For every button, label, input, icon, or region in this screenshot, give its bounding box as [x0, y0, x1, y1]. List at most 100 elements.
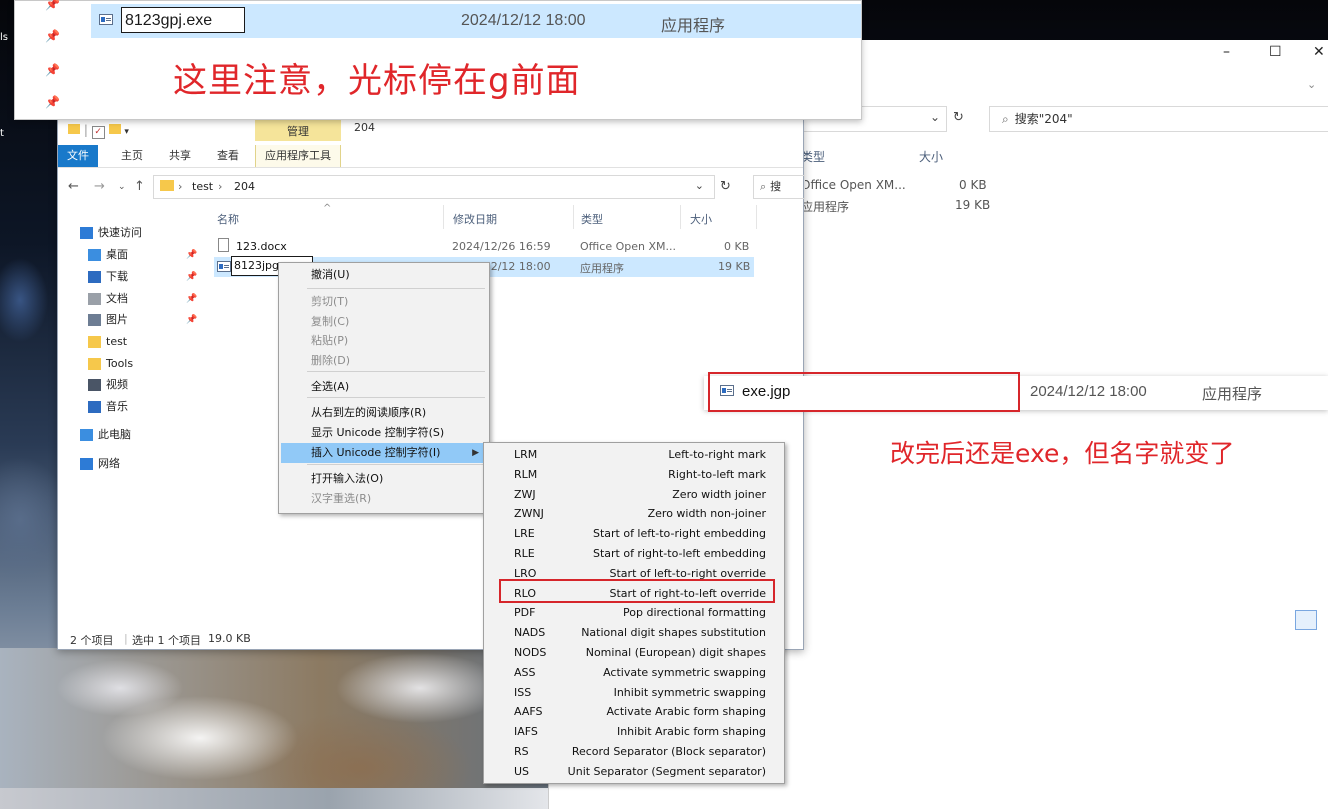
- control-description: National digit shapes substitution: [581, 626, 766, 640]
- submenu-item-iss[interactable]: ISS Inhibit symmetric swapping: [484, 683, 784, 703]
- search-input[interactable]: ⌕ 搜: [753, 175, 805, 199]
- properties-icon[interactable]: ✓: [91, 126, 105, 139]
- sidebar-item[interactable]: 文档 📌: [58, 289, 208, 309]
- menu-item[interactable]: 删除(D): [281, 351, 487, 371]
- sidebar-item[interactable]: 网络: [58, 454, 208, 474]
- exe-icon: [720, 385, 734, 396]
- context-menu: 撤消(U) 剪切(T) 复制(C) 粘贴(P) 删除(D) 全选(A) 从右到左的阅读顺序(…: [278, 262, 490, 514]
- minimize-button[interactable]: –: [1223, 44, 1230, 60]
- maximize-button[interactable]: ☐: [1269, 44, 1282, 60]
- selected-count: 选中 1 个项目: [132, 634, 201, 647]
- column-modified[interactable]: 修改日期: [453, 211, 497, 227]
- submenu-item-nads[interactable]: NADS National digit shapes substitution: [484, 623, 784, 643]
- submenu-item-rlo[interactable]: RLO Start of right-to-left override: [484, 584, 784, 604]
- column-size[interactable]: 大小: [690, 211, 712, 227]
- sidebar-item-label: Tools: [106, 357, 134, 370]
- recent-locations-icon[interactable]: ⌄: [118, 182, 126, 192]
- table-row[interactable]: 123.docx 2024/12/26 16:59 Office Open XM…: [214, 237, 754, 257]
- refresh-icon[interactable]: ↻: [720, 179, 731, 194]
- menu-item[interactable]: 全选(A): [281, 377, 487, 397]
- submenu-item-nods[interactable]: NODS Nominal (European) digit shapes: [484, 643, 784, 663]
- sidebar-item-label: 音乐: [106, 400, 128, 413]
- menu-item[interactable]: 撤消(U): [281, 265, 487, 285]
- menu-item[interactable]: 打开输入法(O): [281, 469, 487, 489]
- rename-input[interactable]: 8123gpj.exe: [121, 7, 245, 33]
- menu-item[interactable]: 剪切(T): [281, 292, 487, 312]
- tab-share[interactable]: 共享: [160, 145, 200, 167]
- column-type[interactable]: 类型: [581, 211, 603, 227]
- submenu-item-zwnj[interactable]: ZWNJ Zero width non-joiner: [484, 504, 784, 524]
- menu-item[interactable]: 粘贴(P): [281, 331, 487, 351]
- file-name: 123.docx: [236, 240, 287, 253]
- chevron-down-icon[interactable]: ⌄: [695, 179, 704, 192]
- submenu-item-iafs[interactable]: IAFS Inhibit Arabic form shaping: [484, 722, 784, 742]
- close-button[interactable]: ✕: [1313, 44, 1325, 60]
- breadcrumb-204[interactable]: 204: [234, 180, 255, 193]
- submenu-item-rle[interactable]: RLE Start of right-to-left embedding: [484, 544, 784, 564]
- forward-icon[interactable]: →: [94, 179, 105, 194]
- list-item[interactable]: Office Open XM... 0 KB: [799, 176, 1328, 196]
- refresh-icon[interactable]: ↻: [953, 110, 964, 125]
- address-bar[interactable]: › test › 204 ⌄: [153, 175, 715, 199]
- submenu-item-lrm[interactable]: LRM Left-to-right mark: [484, 445, 784, 465]
- sidebar-item[interactable]: 图片 📌: [58, 310, 208, 330]
- menu-item[interactable]: 显示 Unicode 控制字符(S): [281, 423, 487, 443]
- chevron-down-icon[interactable]: ⌄: [1307, 78, 1316, 91]
- submenu-item-zwj[interactable]: ZWJ Zero width joiner: [484, 485, 784, 505]
- submenu-item-lre[interactable]: LRE Start of left-to-right embedding: [484, 524, 784, 544]
- column-size[interactable]: 大小: [919, 148, 943, 165]
- chevron-down-icon[interactable]: ▾: [124, 127, 129, 137]
- menu-item-label: 全选(A): [311, 380, 350, 393]
- control-description: Activate Arabic form shaping: [606, 705, 766, 719]
- tab-app-tools[interactable]: 应用程序工具: [255, 145, 341, 167]
- sidebar-item[interactable]: 桌面 📌: [58, 245, 208, 265]
- pin-icon: 📌: [186, 315, 198, 325]
- file-type: Office Open XM...: [801, 178, 906, 192]
- sidebar-item[interactable]: 下载 📌: [58, 267, 208, 287]
- menu-item-label: 汉字重选(R): [311, 492, 372, 505]
- sidebar-item-label: 图片: [106, 313, 128, 326]
- search-input[interactable]: ⌕ 搜索"204": [989, 106, 1328, 132]
- selected-file-row[interactable]: 8123gpj.exe 2024/12/12 18:00 应用程序: [91, 4, 861, 38]
- control-code: LRM: [514, 448, 538, 461]
- menu-item-label: 剪切(T): [311, 295, 349, 308]
- annotation-note: 这里注意，光标停在g前面: [173, 61, 581, 101]
- breadcrumb-test[interactable]: test: [192, 180, 213, 193]
- menu-item[interactable]: 复制(C): [281, 312, 487, 332]
- quick-access-toolbar[interactable]: | ✓ ▾: [68, 123, 129, 139]
- sidebar-item[interactable]: 视频: [58, 375, 208, 395]
- sidebar-item[interactable]: Tools: [58, 354, 208, 374]
- chevron-down-icon[interactable]: ⌄: [930, 110, 940, 124]
- back-icon[interactable]: ←: [68, 179, 79, 194]
- details-view-toggle[interactable]: [1295, 610, 1317, 630]
- tab-home[interactable]: 主页: [112, 145, 152, 167]
- column-name[interactable]: 名称: [217, 211, 239, 227]
- submenu-item-rlm[interactable]: RLM Right-to-left mark: [484, 465, 784, 485]
- submenu-item-aafs[interactable]: AAFS Activate Arabic form shaping: [484, 702, 784, 722]
- manage-context-tab[interactable]: 管理: [255, 119, 341, 141]
- menu-item[interactable]: 插入 Unicode 控制字符(I) ▶: [281, 443, 487, 463]
- control-code: LRO: [514, 566, 537, 580]
- renamed-file-row[interactable]: exe.jgp 2024/12/12 18:00 应用程序: [704, 372, 1328, 412]
- menu-item-label: 打开输入法(O): [311, 472, 384, 485]
- submenu-item-pdf[interactable]: PDF Pop directional formatting: [484, 603, 784, 623]
- new-folder-icon[interactable]: [108, 124, 121, 134]
- sidebar-item[interactable]: 快速访问: [58, 223, 208, 243]
- menu-item[interactable]: 从右到左的阅读顺序(R): [281, 403, 487, 423]
- control-code: NODS: [514, 646, 547, 659]
- sidebar-item[interactable]: 音乐: [58, 397, 208, 417]
- control-code: IAFS: [514, 725, 538, 739]
- tab-file[interactable]: 文件: [58, 145, 98, 167]
- menu-item[interactable]: 汉字重选(R): [281, 489, 487, 509]
- tab-view[interactable]: 查看: [208, 145, 248, 167]
- sidebar-item[interactable]: test: [58, 332, 208, 352]
- submenu-item-us[interactable]: US Unit Separator (Segment separator): [484, 762, 784, 782]
- column-type[interactable]: 类型: [801, 148, 825, 165]
- submenu-item-ass[interactable]: ASS Activate symmetric swapping: [484, 663, 784, 683]
- sidebar-item[interactable]: 此电脑: [58, 425, 208, 445]
- control-description: Start of right-to-left embedding: [592, 547, 766, 560]
- up-icon[interactable]: ↑: [134, 179, 145, 194]
- list-item[interactable]: 应用程序 19 KB: [799, 196, 1328, 216]
- submenu-item-rs[interactable]: RS Record Separator (Block separator): [484, 742, 784, 762]
- submenu-item-lro[interactable]: LRO Start of left-to-right override: [484, 564, 784, 584]
